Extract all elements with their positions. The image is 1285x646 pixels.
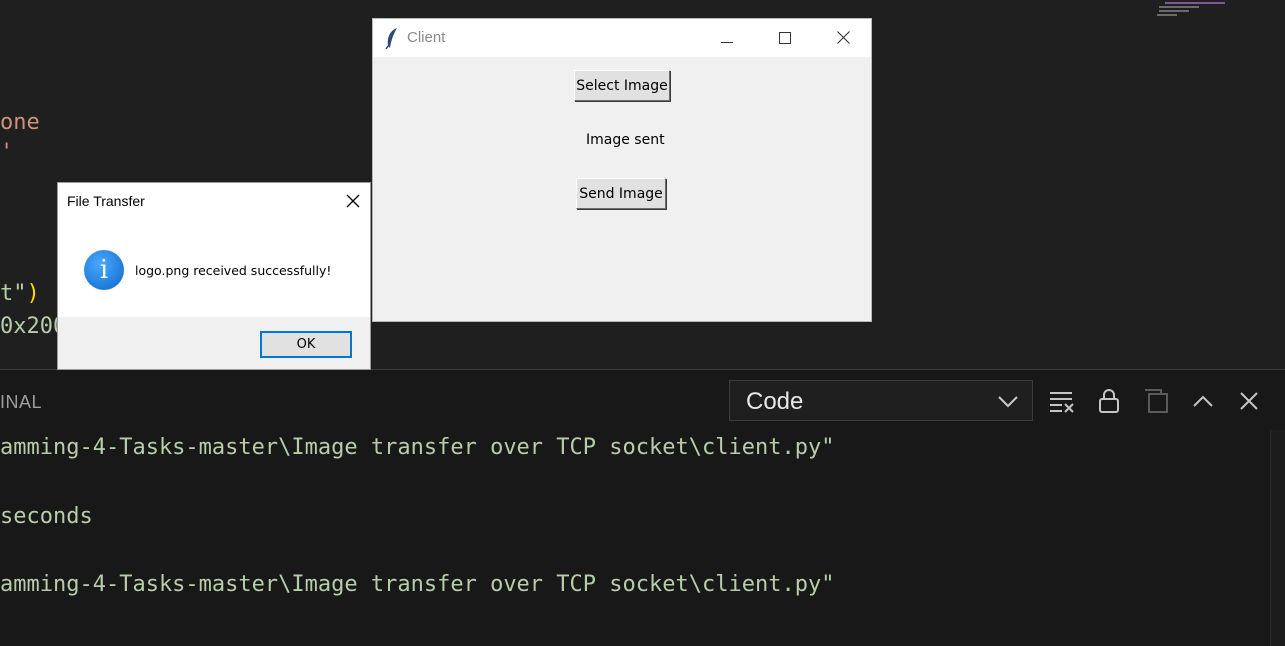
clear-terminal-icon[interactable] bbox=[1047, 386, 1077, 416]
terminal-select[interactable]: Code bbox=[729, 380, 1033, 421]
minimap-line bbox=[1159, 10, 1189, 12]
terminal-line: amming-4-Tasks-master\Image transfer ove… bbox=[0, 572, 835, 597]
status-label: Image sent bbox=[586, 132, 665, 148]
terminal-line: amming-4-Tasks-master\Image transfer ove… bbox=[0, 435, 835, 460]
maximize-panel-icon[interactable] bbox=[1188, 386, 1218, 416]
copy-icon[interactable] bbox=[1142, 386, 1172, 416]
terminal-line: seconds bbox=[0, 504, 93, 529]
terminal-panel: INAL Code amming-4-Tasks-master\Image tr… bbox=[0, 369, 1285, 646]
minimap-line bbox=[1157, 14, 1177, 16]
close-icon bbox=[836, 29, 850, 48]
dialog-message: logo.png received successfully! bbox=[135, 263, 332, 278]
code-token: ) bbox=[26, 281, 40, 306]
lock-icon[interactable] bbox=[1094, 386, 1124, 416]
close-panel-icon[interactable] bbox=[1234, 386, 1264, 416]
minimap-line bbox=[1159, 6, 1199, 8]
minimap-line bbox=[1165, 2, 1225, 4]
chevron-down-icon bbox=[998, 393, 1018, 412]
minimize-icon bbox=[721, 29, 733, 48]
terminal-select-value: Code bbox=[746, 388, 804, 415]
code-line: t") bbox=[0, 281, 40, 307]
feather-icon bbox=[385, 27, 399, 53]
info-icon: i bbox=[84, 250, 124, 290]
client-window: Client Select Image Image sent Send Imag… bbox=[372, 18, 872, 322]
minimize-button[interactable] bbox=[699, 19, 755, 57]
client-window-title: Client bbox=[407, 29, 446, 46]
ok-button[interactable]: OK bbox=[260, 331, 352, 358]
code-token: t" bbox=[0, 281, 27, 306]
minimap[interactable] bbox=[1155, 0, 1235, 20]
maximize-icon bbox=[779, 29, 791, 48]
file-transfer-dialog: File Transfer i logo.png received succes… bbox=[57, 182, 371, 370]
select-image-button[interactable]: Select Image bbox=[574, 70, 670, 101]
terminal-scrollbar[interactable] bbox=[1270, 430, 1285, 646]
code-line: ' bbox=[0, 140, 14, 165]
dialog-title: File Transfer bbox=[67, 193, 145, 209]
code-line: one bbox=[0, 110, 40, 135]
send-image-button[interactable]: Send Image bbox=[576, 178, 666, 209]
close-icon[interactable] bbox=[346, 193, 360, 212]
close-button[interactable] bbox=[815, 19, 871, 57]
client-titlebar[interactable]: Client bbox=[373, 19, 871, 57]
maximize-button[interactable] bbox=[757, 19, 813, 57]
tab-terminal[interactable]: INAL bbox=[0, 392, 42, 413]
